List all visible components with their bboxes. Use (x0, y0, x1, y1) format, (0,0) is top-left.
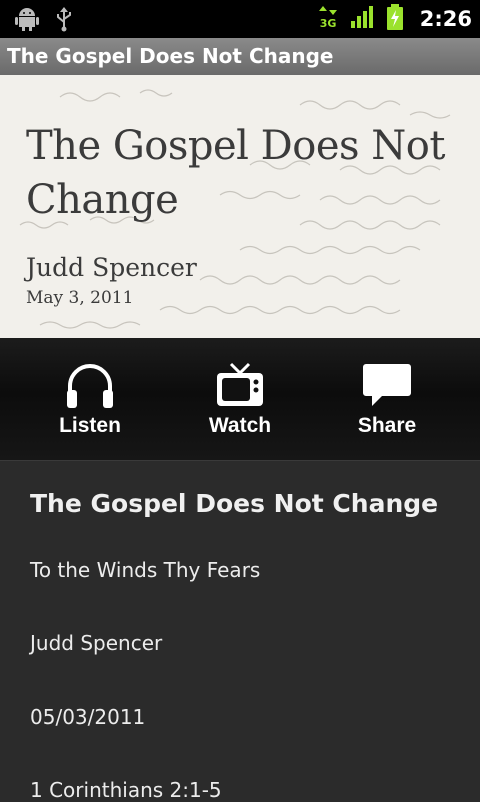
watch-label: Watch (208, 414, 272, 437)
sermon-series: To the Winds Thy Fears (30, 558, 261, 582)
sermon-details: The Gospel Does Not Change To the Winds … (0, 461, 480, 802)
network-label: 3G (319, 17, 337, 30)
tv-icon (217, 362, 263, 406)
sermon-date: 05/03/2011 (30, 705, 146, 729)
banner-author: Judd Spencer (26, 253, 197, 282)
signal-strength-icon (350, 5, 376, 33)
sermon-title: The Gospel Does Not Change (30, 489, 439, 518)
status-bar: 3G 2:26 (0, 0, 480, 38)
headphones-icon (67, 364, 113, 408)
usb-icon (54, 6, 74, 36)
watch-button[interactable]: Watch (180, 338, 300, 460)
banner-date: May 3, 2011 (26, 288, 134, 308)
sermon-speaker: Judd Spencer (30, 631, 163, 655)
listen-button[interactable]: Listen (30, 338, 150, 460)
share-label: Share (357, 414, 417, 437)
network-3g-icon: 3G (318, 4, 340, 34)
app-title-bar: The Gospel Does Not Change (0, 38, 480, 75)
app-title: The Gospel Does Not Change (7, 44, 334, 68)
sermon-banner: The Gospel Does Not Change Judd Spencer … (0, 75, 480, 338)
banner-title: The Gospel Does Not Change (26, 123, 445, 223)
listen-label: Listen (59, 414, 121, 437)
battery-charging-icon (386, 3, 404, 35)
share-button[interactable]: Share (327, 338, 447, 460)
sermon-scripture: 1 Corinthians 2:1-5 (30, 778, 222, 802)
clock: 2:26 (419, 7, 472, 31)
speech-bubble-icon (363, 364, 411, 406)
action-bar: Listen Watch Share (0, 338, 480, 461)
android-debug-icon (14, 6, 40, 36)
